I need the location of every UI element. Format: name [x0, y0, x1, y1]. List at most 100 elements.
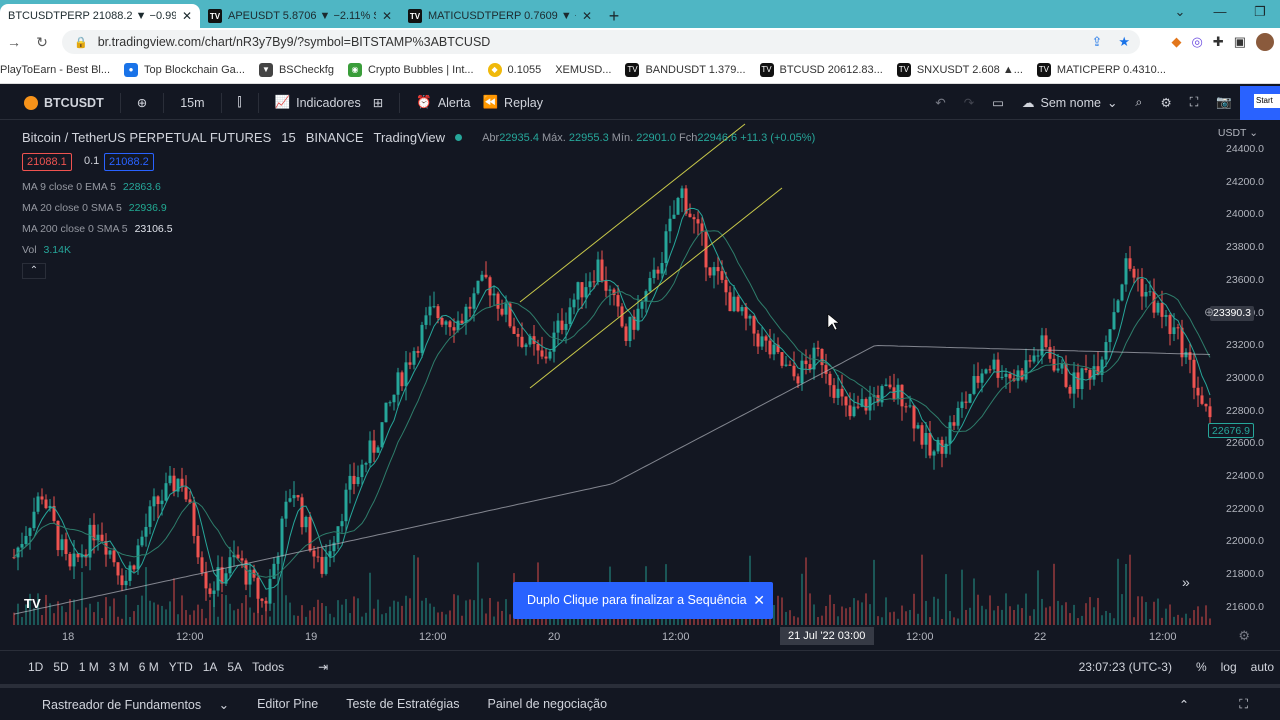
- alert-button[interactable]: ⏰ Alerta: [410, 95, 476, 110]
- candle-body: [896, 384, 900, 399]
- replay-button[interactable]: ⏪ Replay: [476, 95, 549, 110]
- bookmark-label: BANDUSDT 1.379...: [645, 63, 746, 76]
- tab-fundamentals[interactable]: Rastreador de Fundamentos ⌄: [0, 697, 243, 712]
- metamask-icon[interactable]: ◆: [1171, 34, 1181, 50]
- volume-bar: [1181, 617, 1183, 625]
- tab-strategy-tester[interactable]: Teste de Estratégias: [332, 697, 473, 711]
- volume-bar: [1153, 601, 1155, 625]
- volume-bar: [849, 607, 851, 625]
- avatar[interactable]: [1256, 33, 1274, 51]
- indicator-legend-sma20[interactable]: MA 20 close 0 SMA 5 22936.9: [22, 202, 167, 214]
- close-icon[interactable]: ✕: [582, 9, 592, 23]
- collapse-legend-button[interactable]: ⌃: [22, 263, 46, 279]
- redo-icon[interactable]: ↷: [964, 95, 974, 110]
- candle-body: [148, 506, 152, 527]
- range-6m[interactable]: 6 M: [139, 660, 159, 674]
- candle-body: [800, 360, 804, 384]
- start-button[interactable]: Start: [1240, 86, 1280, 120]
- time-axis[interactable]: 18 12:00 19 12:00 20 12:00 12:00 22 12:00: [0, 625, 1216, 649]
- minimize-icon[interactable]: —: [1200, 0, 1240, 28]
- search-icon[interactable]: ⌕: [1135, 95, 1142, 110]
- bookmark-item[interactable]: ● Top Blockchain Ga...: [124, 62, 245, 77]
- range-1d[interactable]: 1D: [28, 660, 43, 674]
- volume-bar: [781, 597, 783, 625]
- bookmark-item[interactable]: ▼ BSCheckfg: [258, 62, 334, 77]
- tab-trading-panel[interactable]: Painel de negociação: [474, 697, 622, 711]
- indicator-legend-ema9[interactable]: MA 9 close 0 EMA 5 22863.6: [22, 181, 161, 193]
- range-3m[interactable]: 3 M: [109, 660, 129, 674]
- close-icon[interactable]: ✕: [382, 9, 392, 23]
- range-1a[interactable]: 1A: [203, 660, 218, 674]
- new-tab-button[interactable]: +: [600, 4, 628, 28]
- bookmark-item[interactable]: TV BANDUSDT 1.379...: [625, 62, 746, 77]
- compare-button[interactable]: ⊕: [131, 95, 153, 110]
- forward-icon[interactable]: →: [0, 34, 28, 50]
- log-toggle[interactable]: log: [1221, 660, 1237, 674]
- bookmark-item[interactable]: TV BTCUSD 20612.83...: [759, 62, 883, 77]
- indicator-legend-volume[interactable]: Vol 3.14K: [22, 244, 71, 256]
- candle-body: [1200, 395, 1204, 404]
- volume-bar: [973, 578, 975, 625]
- chevron-up-icon[interactable]: ⌃: [1165, 697, 1203, 712]
- buy-price-button[interactable]: 21088.2: [104, 153, 154, 171]
- bookmark-item[interactable]: ◉ Crypto Bubbles | Int...: [347, 62, 474, 77]
- share-icon[interactable]: ⇪: [1091, 34, 1102, 50]
- puzzle-icon[interactable]: ✚: [1213, 34, 1224, 50]
- candle-body: [1112, 312, 1116, 330]
- auto-toggle[interactable]: auto: [1251, 660, 1274, 674]
- candle-body: [864, 399, 868, 411]
- layout-icon[interactable]: ▭: [992, 95, 1004, 110]
- gear-icon[interactable]: ⚙: [1238, 628, 1250, 644]
- templates-button[interactable]: ⊞: [367, 95, 389, 110]
- browser-tab-1[interactable]: TV APEUSDT 5.8706 ▼ −2.11% Sem ✕: [200, 4, 400, 28]
- symbol-search[interactable]: BTCUSDT: [18, 95, 110, 110]
- indicator-legend-sma200[interactable]: MA 200 close 0 SMA 5 23106.5: [22, 223, 173, 235]
- sidebar-icon[interactable]: ▣: [1234, 34, 1246, 50]
- add-alert-icon[interactable]: ⊕: [1204, 305, 1214, 319]
- bookmark-item[interactable]: TV SNXUSDT 2.608 ▲...: [896, 62, 1023, 77]
- layout-name-button[interactable]: ☁ Sem nome ⌄: [1022, 95, 1117, 111]
- range-1m[interactable]: 1 M: [79, 660, 99, 674]
- price-tick: 22400.0: [1226, 470, 1264, 482]
- candle-body: [132, 565, 136, 570]
- fullscreen-icon[interactable]: ⛶: [1190, 95, 1199, 110]
- browser-tab-2[interactable]: TV MATICUSDTPERP 0.7609 ▼ −1.1 ✕: [400, 4, 600, 28]
- tradingview-favicon: TV: [208, 9, 222, 23]
- chevron-down-icon[interactable]: ⌄: [1160, 0, 1200, 28]
- price-axis[interactable]: USDT ⌄ 24400.0 24200.0 24000.0 23800.0 23600…: [1216, 121, 1280, 625]
- range-all[interactable]: Todos: [252, 660, 284, 674]
- close-icon[interactable]: ✕: [753, 582, 765, 619]
- tab-pine-editor[interactable]: Editor Pine: [243, 697, 332, 711]
- maximize-panel-icon[interactable]: ⛶: [1225, 697, 1262, 712]
- sell-price-button[interactable]: 21088.1: [22, 153, 72, 171]
- candle-body: [168, 475, 172, 484]
- percent-toggle[interactable]: %: [1196, 660, 1207, 674]
- date-range-icon[interactable]: ⇥: [318, 660, 328, 674]
- bookmark-item[interactable]: PlayToEarn - Best Bl...: [0, 64, 110, 76]
- reload-icon[interactable]: ↻: [28, 34, 56, 51]
- currency-label[interactable]: USDT ⌄: [1218, 127, 1258, 139]
- maximize-icon[interactable]: ❐: [1240, 0, 1280, 28]
- bookmark-item[interactable]: ◆ 0.1055: [487, 62, 541, 77]
- time-tick: 12:00: [176, 631, 204, 643]
- extension-ring-icon[interactable]: ◎: [1191, 34, 1202, 50]
- star-icon[interactable]: ★: [1118, 34, 1130, 50]
- interval-button[interactable]: 15m: [174, 96, 210, 110]
- indicators-button[interactable]: 📈 Indicadores: [269, 95, 367, 110]
- scroll-to-realtime-icon[interactable]: »: [1182, 574, 1190, 590]
- url-field[interactable]: 🔒 br.tradingview.com/chart/nR3y7By9/?sym…: [62, 30, 1140, 54]
- camera-icon[interactable]: 📷: [1216, 95, 1232, 110]
- clock[interactable]: 23:07:23 (UTC-3): [1079, 660, 1172, 674]
- chart-type-button[interactable]: ⫿: [232, 95, 248, 110]
- bookmark-item[interactable]: TV MATICPERP 0.4310...: [1036, 62, 1166, 77]
- gear-icon[interactable]: ⚙: [1160, 95, 1171, 110]
- price-chart[interactable]: [0, 121, 1280, 651]
- undo-icon[interactable]: ↶: [935, 95, 945, 110]
- browser-tab-0[interactable]: BTCUSDTPERP 21088.2 ▼ −0.99% ✕: [0, 4, 200, 28]
- range-5d[interactable]: 5D: [53, 660, 68, 674]
- candle-body: [852, 406, 856, 417]
- close-icon[interactable]: ✕: [182, 9, 192, 23]
- range-ytd[interactable]: YTD: [169, 660, 193, 674]
- range-5a[interactable]: 5A: [227, 660, 242, 674]
- bookmark-item[interactable]: XEMUSD...: [555, 64, 611, 76]
